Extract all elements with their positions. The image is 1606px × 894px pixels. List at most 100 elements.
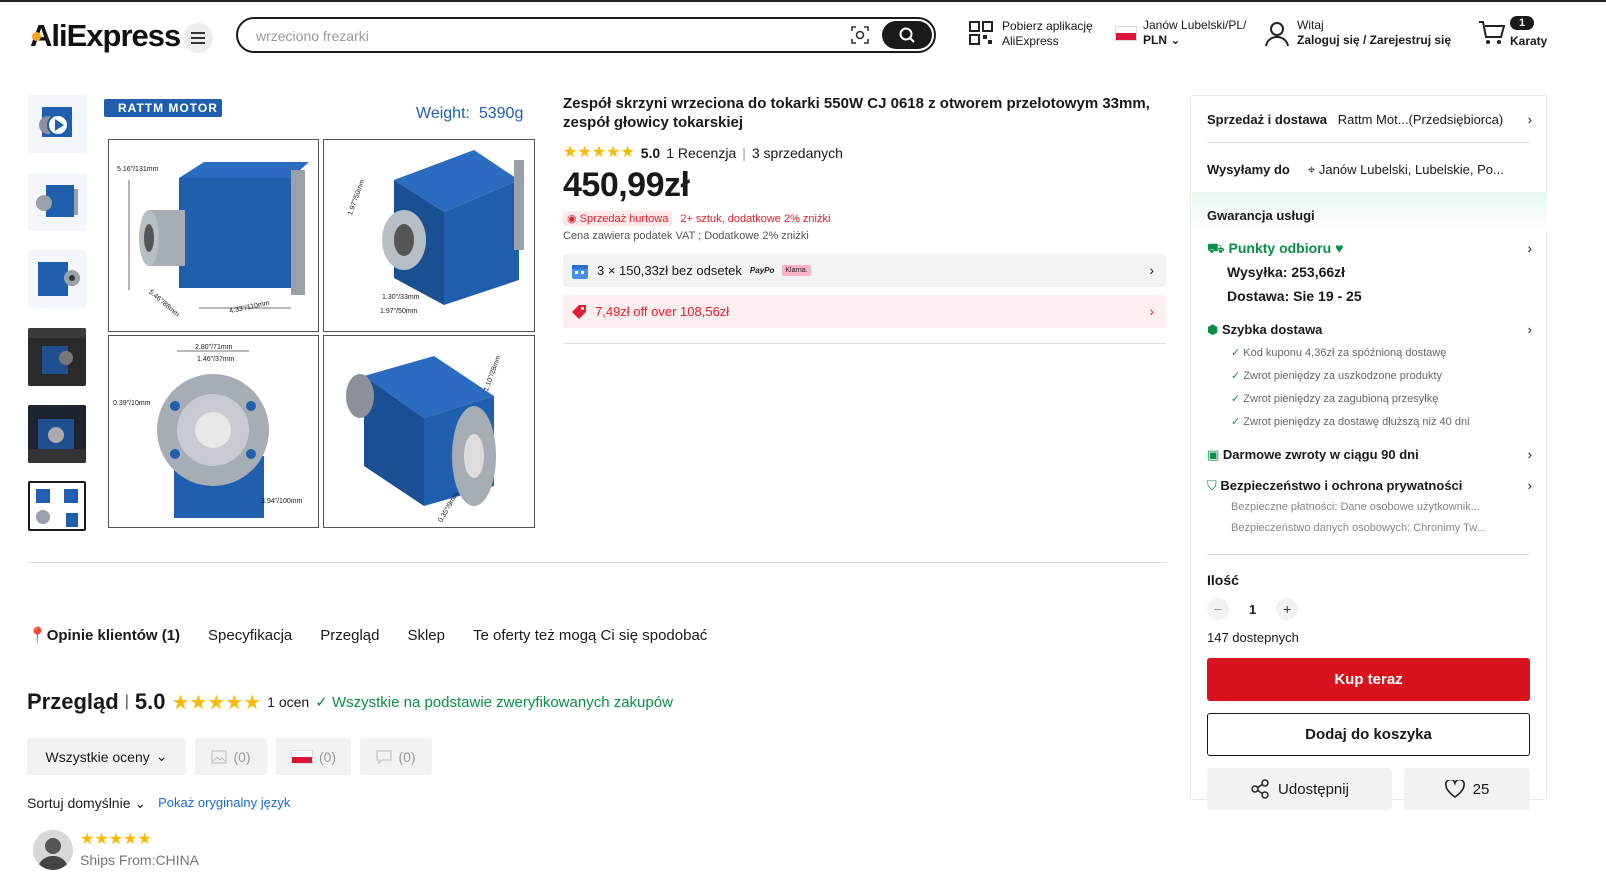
fast-delivery-item: ✓ Kod kuponu 4,36zł za spóźnioną dostawę: [1231, 347, 1447, 359]
thumbnail-image-selected[interactable]: [28, 481, 86, 531]
share-button[interactable]: Udostępnij: [1207, 768, 1392, 810]
filter-comments[interactable]: (0): [360, 738, 432, 775]
menu-button[interactable]: [183, 23, 213, 53]
product-title: Zespół skrzyni wrzeciona do tokarki 550W…: [563, 95, 1150, 131]
security-row[interactable]: ⛉ Bezpieczeństwo i ochrona prywatności ›: [1207, 478, 1532, 494]
image-search-icon[interactable]: [850, 25, 870, 50]
filter-photos[interactable]: (0): [195, 738, 267, 775]
review-ships-from: Ships From:CHINA: [80, 852, 200, 868]
separator: |: [742, 144, 746, 161]
filter-country[interactable]: (0): [276, 738, 351, 775]
dimension-label: 0.39"/10mm: [113, 400, 151, 407]
cart-count-badge: 1: [1510, 16, 1534, 30]
chevron-right-icon: ›: [1149, 262, 1154, 278]
thumbnail-image[interactable]: [28, 250, 86, 308]
filter-all-ratings[interactable]: Wszystkie oceny ⌄: [27, 738, 186, 775]
location-pin-icon: ⌖: [1307, 162, 1316, 177]
fast-delivery-item: ✓ Zwrot pieniędzy za zagubioną przesyłkę: [1231, 393, 1439, 405]
region-selector[interactable]: Janów Lubelski/PL/ PLN ⌄: [1143, 18, 1246, 48]
weight-label: Weight: 5390g: [416, 105, 524, 122]
thumbnail-video[interactable]: [28, 95, 86, 153]
increase-button[interactable]: +: [1276, 598, 1299, 620]
installments-banner[interactable]: 3 × 150,33zł bez odsetek PayPo Klarna. ›: [563, 254, 1166, 287]
check-icon: ✓: [1231, 347, 1241, 359]
shipping-cost: Wysyłka: 253,66zł: [1227, 264, 1346, 280]
cart-label[interactable]: Karaty: [1510, 34, 1547, 49]
ship-to-row[interactable]: Wysyłamy do ⌖ Janów Lubelski, Lubelskie,…: [1207, 162, 1532, 178]
decrease-button[interactable]: −: [1207, 598, 1229, 620]
star-rating: ★★★★★: [563, 144, 635, 161]
separator: |: [124, 693, 129, 710]
avatar: [33, 830, 73, 870]
verified-note: ✓ Wszystkie na podstawie zweryfikowanych…: [315, 694, 673, 711]
dimension-label: 3.94"/100mm: [261, 498, 303, 505]
divider: [1207, 142, 1530, 143]
star-rating: ★★★★★: [171, 692, 262, 714]
check-icon: ✓: [1231, 416, 1241, 428]
show-original-language-link[interactable]: Pokaż oryginalny język: [158, 795, 290, 812]
user-icon: [1265, 21, 1289, 52]
leaf-icon: ♥: [1335, 240, 1344, 256]
heart-icon: [1444, 780, 1465, 798]
free-returns-row[interactable]: ▣ Darmowe zwroty w ciągu 90 dni ›: [1207, 447, 1532, 463]
quantity-stepper: − 1 +: [1207, 598, 1299, 620]
search-bar: [236, 17, 936, 53]
poland-flag-icon: [290, 749, 313, 764]
thumbnail-image[interactable]: [28, 405, 86, 463]
buy-now-button[interactable]: Kup teraz: [1207, 658, 1530, 701]
poland-flag-icon: [1115, 26, 1137, 41]
search-button[interactable]: [882, 21, 932, 49]
fast-delivery-item: ✓ Zwrot pieniędzy za dostawę dłuższą niż…: [1231, 416, 1470, 428]
get-app-link[interactable]: Pobierz aplikację AliExpress: [1002, 19, 1093, 49]
add-to-cart-button[interactable]: Dodaj do koszyka: [1207, 713, 1530, 756]
security-item: Bezpieczne płatności: Dane osobowe użytk…: [1231, 501, 1480, 513]
search-input[interactable]: [256, 26, 816, 46]
fast-delivery-row[interactable]: ⬢ Szybka dostawa ›: [1207, 322, 1532, 338]
shield-icon: ⛉: [1207, 478, 1217, 493]
tab-overview[interactable]: Przegląd: [320, 627, 379, 644]
check-icon: ✓: [1231, 393, 1241, 405]
dimension-label: 2.80"/71mm: [195, 344, 233, 351]
pin-icon: 📍: [28, 627, 47, 644]
tab-recommendations[interactable]: Te oferty też mogą Ci się spodobać: [473, 627, 707, 644]
brand-logo: RATTM MOTOR: [104, 99, 222, 117]
hamburger-icon: [191, 32, 205, 44]
security-item: Bezpieczeństwo danych osobowych: Chronim…: [1231, 522, 1486, 534]
product-view-angle: 1.97"/50mm 1.30"/33mm 1.97"/50mm: [323, 139, 535, 332]
thumbnail-image[interactable]: [28, 173, 86, 231]
product-view-flange: 2.80"/71mm 1.46"/37mm 0.39"/10mm 3.94"/1…: [108, 335, 319, 528]
divider: [27, 562, 1167, 563]
product-tabs: 📍Opinie klientów (1) Specyfikacja Przegl…: [28, 626, 707, 645]
tab-store[interactable]: Sklep: [407, 627, 445, 644]
sort-dropdown[interactable]: Sortuj domyślnie ⌄: [27, 795, 146, 812]
fast-delivery-item: ✓ Zwrot pieniędzy za uszkodzone produkty: [1231, 370, 1442, 382]
reviews-link[interactable]: 1 Recenzja: [666, 145, 736, 161]
aliexpress-logo[interactable]: AliExpress: [30, 18, 181, 54]
logo-spark-icon: [32, 32, 41, 41]
divider: [563, 343, 1166, 344]
delivery-date: Dostawa: Sie 19 - 25: [1227, 288, 1362, 304]
chevron-right-icon: ›: [1527, 447, 1532, 462]
return-box-icon: ▣: [1207, 447, 1220, 462]
dimension-label: 1.97"/50mm: [380, 308, 418, 315]
stock-available: 147 dostepnych: [1207, 630, 1299, 645]
pickup-row[interactable]: ⛟ Punkty odbioru ♥ ›: [1207, 240, 1532, 259]
wholesale-info: ◉ Sprzedaż hurtowa 2+ sztuk, dodatkowe 2…: [563, 211, 830, 226]
account-link[interactable]: Witaj Zaloguj się / Zarejestruj się: [1297, 18, 1451, 48]
dimension-label: 1.46"/37mm: [197, 356, 235, 363]
chevron-right-icon: ›: [1527, 112, 1532, 127]
wishlist-button[interactable]: 25: [1404, 768, 1530, 810]
main-product-image[interactable]: RATTM MOTOR Weight: 5390g 5.16"/131mm 5.…: [104, 95, 536, 533]
product-view-front: 5.16"/131mm 5.46"/88mm 4.33"/110mm: [108, 139, 319, 332]
vat-note: Cena zawiera podatek VAT ; Dodatkowe 2% …: [563, 230, 809, 242]
cart-icon[interactable]: [1478, 20, 1506, 51]
tab-reviews[interactable]: 📍Opinie klientów (1): [28, 626, 180, 644]
dimension-label: 5.16"/131mm: [117, 166, 159, 173]
tab-specification[interactable]: Specyfikacja: [208, 627, 292, 644]
thumbnail-image[interactable]: [28, 328, 86, 386]
coupon-banner[interactable]: 7,49zł off over 108,56zł ›: [563, 295, 1166, 328]
rating-summary: ★★★★★ 5.0 1 Recenzja | 3 sprzedanych: [563, 144, 843, 161]
chevron-down-icon: ⌄: [1170, 33, 1181, 47]
seller-row[interactable]: Sprzedaż i dostawa Rattm Mot...(Przedsię…: [1207, 112, 1532, 127]
chevron-right-icon: ›: [1527, 478, 1532, 493]
